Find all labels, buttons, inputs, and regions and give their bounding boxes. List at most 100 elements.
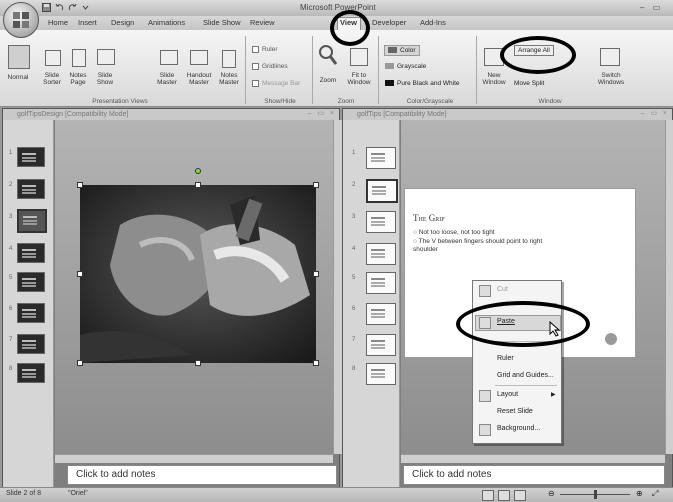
tab-home[interactable]: Home [48,18,68,27]
menu-item-background[interactable]: Background... [497,425,540,432]
right-vertical-scrollbar[interactable] [665,120,673,454]
menu-item-reset-slide[interactable]: Reset Slide [497,408,533,415]
rotation-handle[interactable] [195,168,201,174]
office-button[interactable] [3,2,39,38]
slide-thumbnail[interactable] [366,272,396,294]
right-window-title: golfTips [Compatibility Mode] [343,109,672,120]
resize-handle[interactable] [195,360,201,366]
tab-developer[interactable]: Developer [372,18,406,27]
thumbnail-number: 6 [9,306,13,312]
slide-bullet[interactable]: ○ The V between fingers should point to … [413,238,543,254]
fit-slide-icon[interactable]: ⤢ [652,489,658,499]
notes-page-button[interactable]: Notes Page [64,72,92,86]
tab-design[interactable]: Design [111,18,134,27]
menu-item-cut[interactable]: Cut [497,286,508,293]
normal-view-button[interactable]: Normal [2,74,34,81]
slide-thumbnail[interactable] [17,363,45,383]
normal-view-icon [8,45,30,69]
message-bar-checkbox[interactable]: Message Bar [252,80,300,87]
left-horizontal-scrollbar[interactable] [55,454,333,463]
zoom-button[interactable]: Zoom [316,77,340,84]
slide-thumbnail[interactable] [17,334,45,354]
window-controls[interactable]: – ▭ [640,3,663,12]
fit-to-window-button[interactable]: Fit to Window [344,72,374,86]
pure-bw-option[interactable]: Pure Black and White [385,80,460,87]
slide-sorter-button[interactable]: Slide Sorter [40,72,64,86]
slide-thumbnail[interactable] [366,334,396,356]
slide-thumbnail[interactable] [366,147,396,169]
resize-handle[interactable] [77,360,83,366]
highlight-ring-paste [456,301,590,347]
save-icon[interactable] [42,3,51,12]
slide-thumbnail-selected[interactable] [366,179,398,203]
office-logo-icon [13,12,29,28]
resize-handle[interactable] [313,360,319,366]
tab-add-ins[interactable]: Add-Ins [420,18,446,27]
chevron-down-icon[interactable] [81,3,90,12]
right-horizontal-scrollbar[interactable] [401,454,665,463]
gridlines-checkbox[interactable]: Gridlines [252,63,288,70]
grayscale-option[interactable]: Grayscale [385,63,426,70]
notes-master-icon [222,50,236,68]
slide-sorter-status-icon[interactable] [498,490,510,501]
slide-thumbnail[interactable] [366,303,396,325]
thumbnail-number: 1 [352,150,356,156]
menu-item-grid-and-guides[interactable]: Grid and Guides... [497,372,554,379]
grayscale-swatch-icon [385,63,394,70]
zoom-slider-thumb[interactable] [594,490,597,499]
golf-grip-photo[interactable] [80,185,316,363]
slide-thumbnail[interactable] [17,179,45,199]
slide-show-status-icon[interactable] [514,490,526,501]
submenu-arrow-icon: ▶ [551,392,556,398]
notes-master-button[interactable]: Notes Master [215,72,243,86]
slide-thumbnail[interactable] [17,147,45,167]
tab-insert[interactable]: Insert [78,18,97,27]
ruler-checkbox[interactable]: Ruler [252,46,278,53]
handout-master-button[interactable]: Handout Master [183,72,215,86]
slide-thumbnail[interactable] [17,272,45,292]
slide-title[interactable]: The Grip [413,213,445,223]
slide-thumbnail[interactable] [366,211,396,233]
thumbnail-number: 2 [352,182,356,188]
slide-thumbnail[interactable] [17,303,45,323]
menu-item-ruler[interactable]: Ruler [497,355,514,362]
zoom-in-icon[interactable]: ⊕ [636,489,643,498]
thumbnail-number: 1 [9,150,13,156]
cut-icon [479,285,491,297]
resize-handle[interactable] [77,271,83,277]
slide-thumbnail[interactable] [17,243,45,263]
status-theme-name: "Oriel" [68,490,88,497]
right-window-controls[interactable]: – ▭ × [641,109,669,117]
resize-handle[interactable] [313,271,319,277]
slide-thumbnail[interactable] [366,243,396,265]
group-label-window: Window [538,98,562,105]
new-window-button[interactable]: New Window [480,72,508,86]
switch-windows-button[interactable]: Switch Windows [594,72,628,86]
slide-bullet[interactable]: ○ Not too loose, not too tight [413,229,543,237]
left-vertical-scrollbar[interactable] [333,120,342,454]
undo-icon[interactable] [55,3,64,12]
slide-show-button[interactable]: Slide Show [92,72,118,86]
resize-handle[interactable] [313,182,319,188]
slide-bullet-text: Not too loose, not too tight [418,229,495,236]
slide-thumbnail-selected[interactable] [17,209,47,233]
resize-handle[interactable] [195,182,201,188]
move-split-button[interactable]: Move Split [514,80,544,87]
slide-master-button[interactable]: Slide Master [152,72,182,86]
left-window-title: golfTipsDesign [Compatibility Mode] [3,109,339,120]
mouse-pointer-icon [549,321,561,337]
tab-review[interactable]: Review [250,18,275,27]
group-label-zoom: Zoom [337,98,355,105]
left-notes-pane[interactable]: Click to add notes [67,465,337,485]
tab-slide-show[interactable]: Slide Show [203,18,241,27]
right-notes-pane[interactable]: Click to add notes [403,465,665,485]
zoom-out-icon[interactable]: ⊖ [548,489,555,498]
color-option[interactable]: Color [384,45,420,56]
normal-view-status-icon[interactable] [482,490,494,501]
slide-thumbnail[interactable] [366,363,396,385]
redo-icon[interactable] [68,3,77,12]
left-window-controls[interactable]: – ▭ × [308,109,336,117]
resize-handle[interactable] [77,182,83,188]
tab-animations[interactable]: Animations [148,18,185,27]
menu-item-layout[interactable]: Layout [497,391,518,398]
